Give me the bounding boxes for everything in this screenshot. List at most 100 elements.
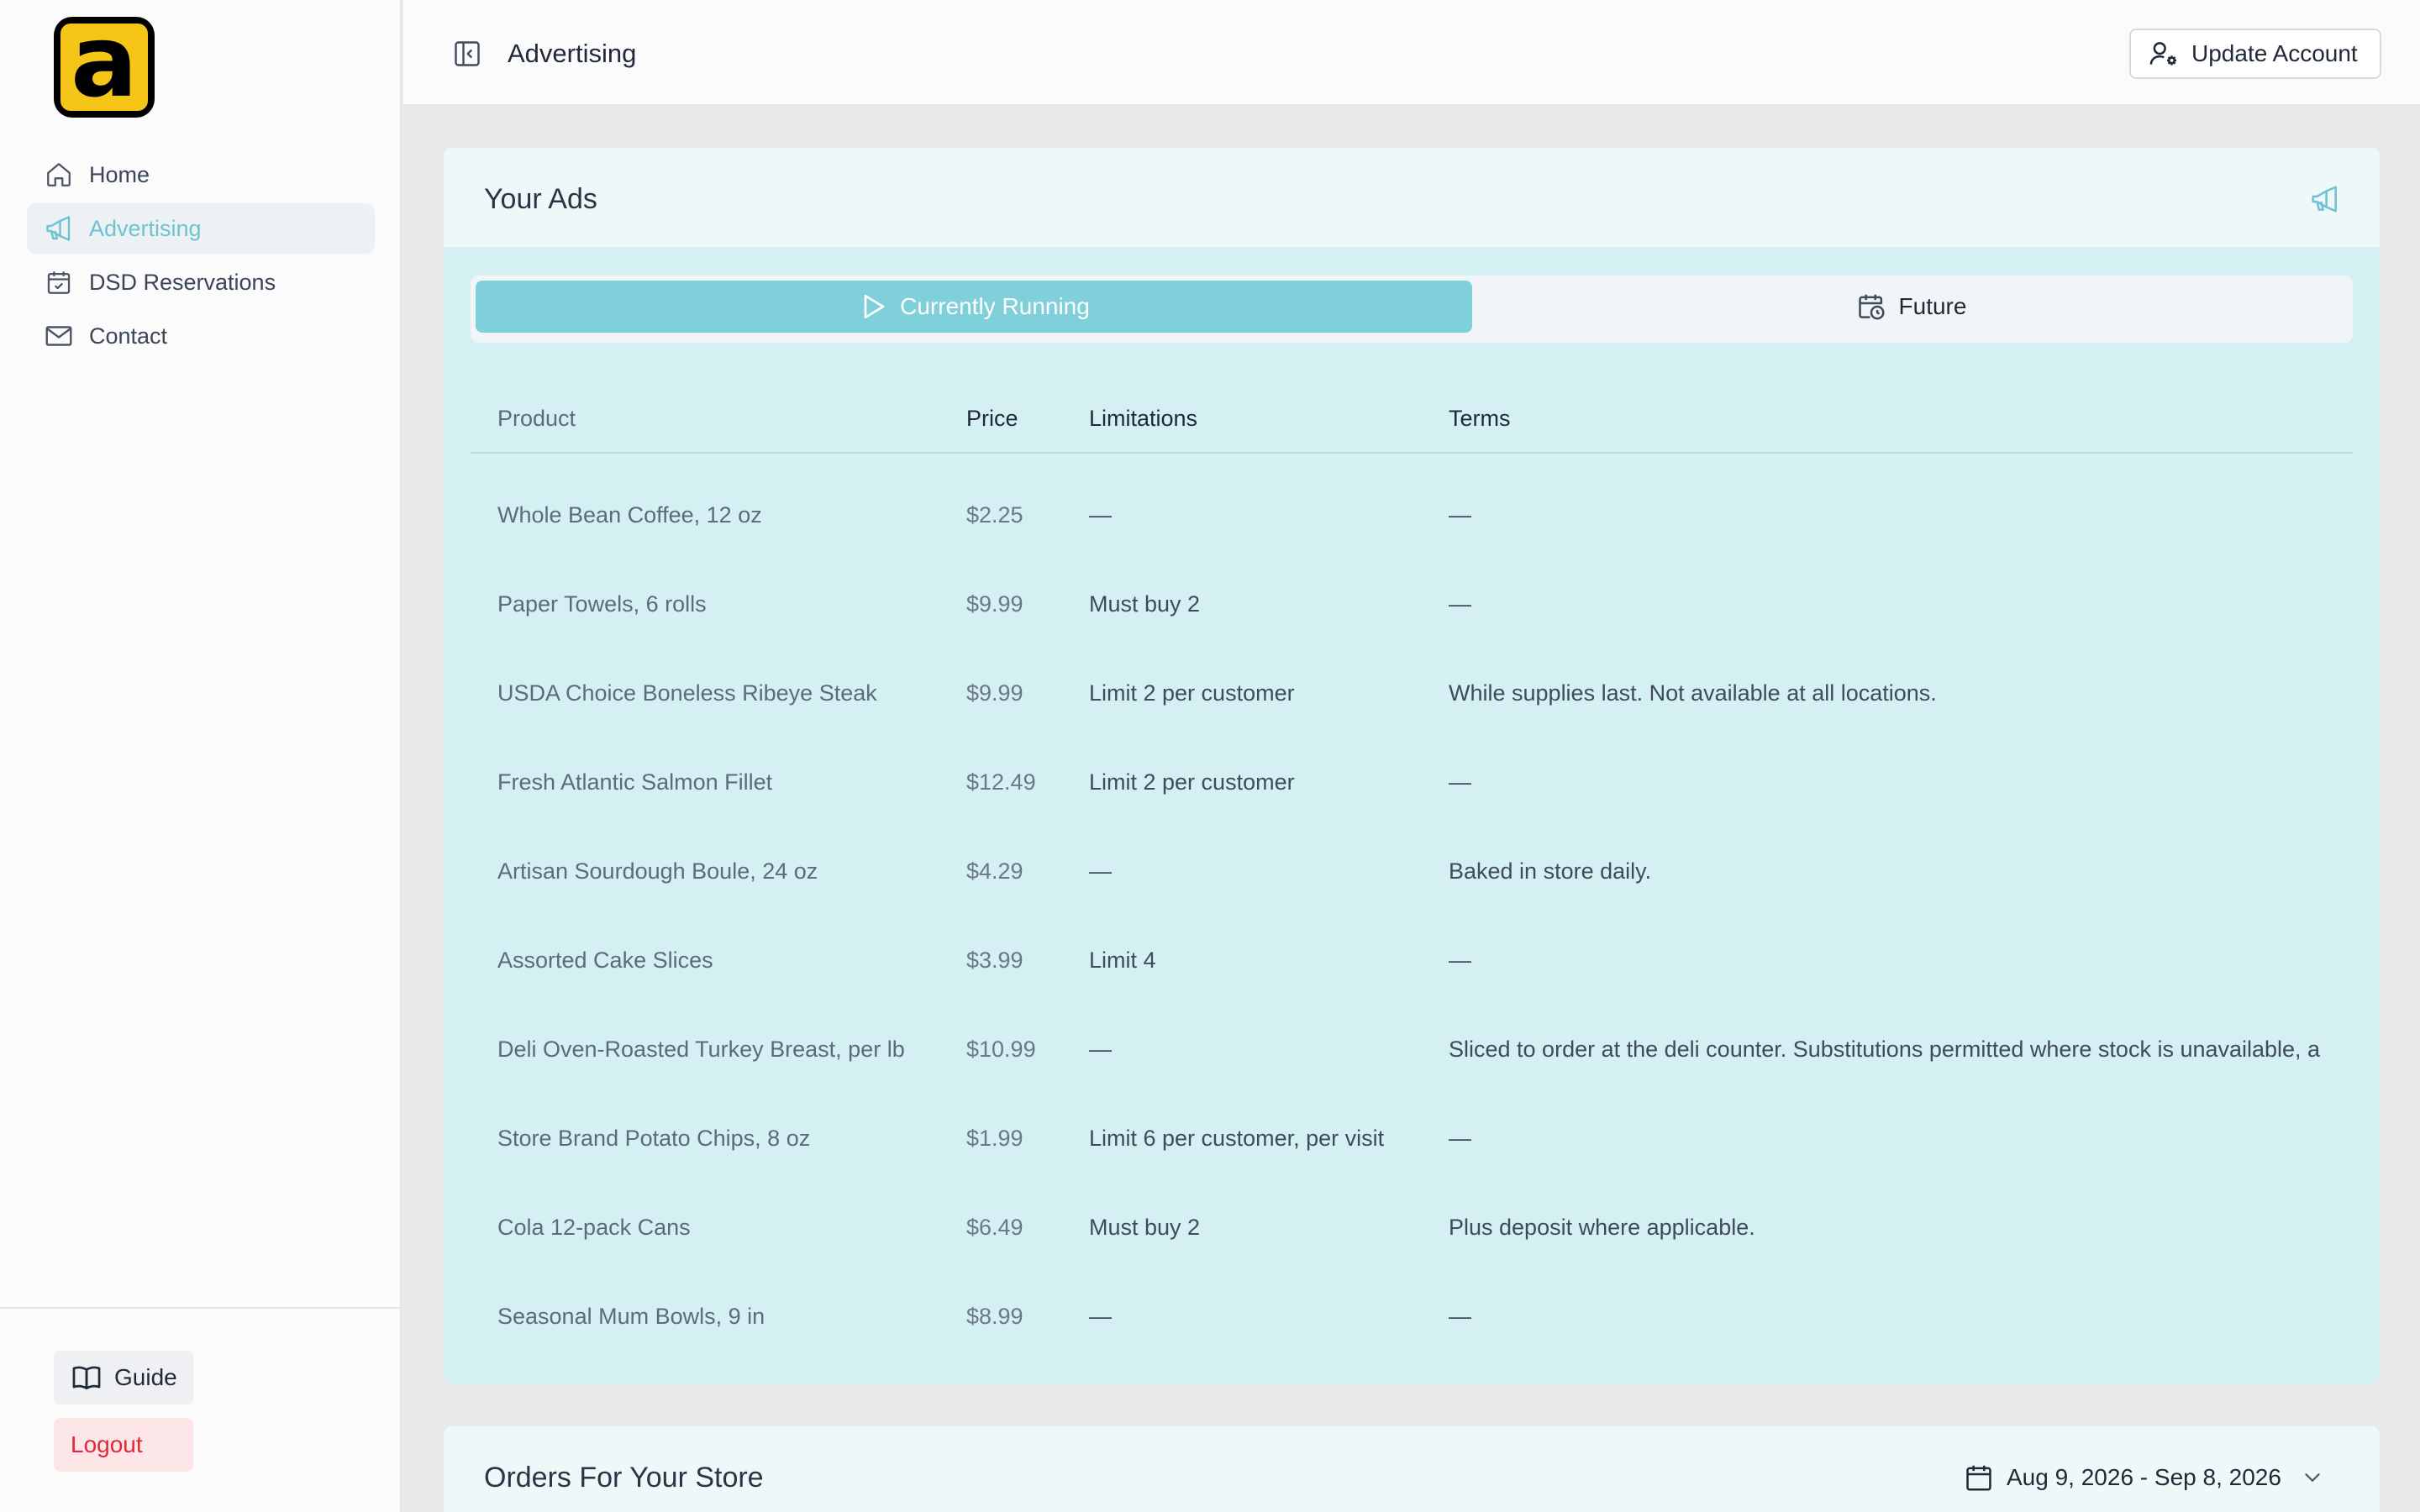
cell-limitations: Must buy 2 bbox=[1089, 1215, 1201, 1240]
date-range-picker[interactable]: Aug 9, 2026 - Sep 8, 2026 bbox=[1963, 1462, 2325, 1494]
calendar-icon bbox=[1963, 1462, 1995, 1494]
cell-terms: — bbox=[1449, 1304, 1471, 1329]
cell-terms: Plus deposit where applicable. bbox=[1449, 1215, 1755, 1240]
cell-price: $9.99 bbox=[966, 680, 1023, 706]
cell-terms: — bbox=[1449, 502, 1471, 528]
calendar-clock-icon bbox=[1855, 291, 1887, 323]
cell-product: Artisan Sourdough Boule, 24 oz bbox=[497, 858, 818, 884]
cell-limitations: Limit 2 per customer bbox=[1089, 769, 1295, 795]
table-row[interactable]: USDA Choice Boneless Ribeye Steak $9.99 … bbox=[471, 650, 2353, 739]
tab-future[interactable]: Future bbox=[1472, 281, 2349, 333]
cell-limitations: Limit 2 per customer bbox=[1089, 680, 1295, 706]
user-gear-icon bbox=[2148, 38, 2180, 70]
cell-product: Whole Bean Coffee, 12 oz bbox=[497, 502, 762, 528]
cell-limitations: Limit 4 bbox=[1089, 948, 1156, 973]
play-icon bbox=[858, 291, 888, 322]
your-ads-title: Your Ads bbox=[484, 183, 597, 215]
cell-product: Fresh Atlantic Salmon Fillet bbox=[497, 769, 773, 795]
cell-product: Deli Oven-Roasted Turkey Breast, per lb bbox=[497, 1037, 905, 1062]
cell-price: $12.49 bbox=[966, 769, 1036, 795]
chevron-down-icon bbox=[2300, 1465, 2325, 1490]
cell-price: $9.99 bbox=[966, 591, 1023, 617]
cell-product: USDA Choice Boneless Ribeye Steak bbox=[497, 680, 877, 706]
cell-product: Assorted Cake Slices bbox=[497, 948, 713, 973]
column-header-terms[interactable]: Terms bbox=[1449, 383, 1511, 454]
table-row[interactable]: Artisan Sourdough Boule, 24 oz $4.29 — B… bbox=[471, 828, 2353, 917]
cell-limitations: — bbox=[1089, 1037, 1112, 1062]
update-account-label: Update Account bbox=[2191, 40, 2358, 66]
logout-button[interactable]: Logout bbox=[54, 1418, 193, 1472]
table-row[interactable]: Whole Bean Coffee, 12 oz $2.25 — — bbox=[471, 472, 2353, 561]
cell-limitations: Must buy 2 bbox=[1089, 591, 1201, 617]
cell-terms: While supplies last. Not available at al… bbox=[1449, 680, 1937, 706]
cell-terms: — bbox=[1449, 769, 1471, 795]
home-icon bbox=[44, 160, 74, 190]
sidebar-item-label: Advertising bbox=[89, 215, 202, 241]
sidebar-item-home[interactable]: Home bbox=[27, 150, 375, 200]
cell-product: Paper Towels, 6 rolls bbox=[497, 591, 707, 617]
column-header-limitations[interactable]: Limitations bbox=[1089, 383, 1197, 454]
column-header-price[interactable]: Price bbox=[966, 383, 1018, 454]
sidebar-nav: Home Advertising DSD Reservations Contac… bbox=[27, 150, 375, 365]
cell-product: Cola 12-pack Cans bbox=[497, 1215, 691, 1240]
sidebar-item-dsd-reservations[interactable]: DSD Reservations bbox=[27, 257, 375, 307]
sidebar: a Home Advertising DSD Reservations Cont… bbox=[0, 0, 402, 1512]
sidebar-item-label: Home bbox=[89, 161, 150, 187]
cell-terms: — bbox=[1449, 591, 1471, 617]
logo-letter: a bbox=[60, 17, 148, 111]
cell-terms: — bbox=[1449, 1126, 1471, 1151]
sidebar-item-contact[interactable]: Contact bbox=[27, 311, 375, 361]
megaphone-icon bbox=[2309, 183, 2341, 215]
sidebar-item-label: Contact bbox=[89, 323, 168, 349]
orders-title: Orders For Your Store bbox=[484, 1462, 764, 1494]
ads-table-body: Whole Bean Coffee, 12 oz $2.25 — — Paper… bbox=[471, 472, 2353, 1362]
guide-label: Guide bbox=[114, 1364, 177, 1390]
mail-icon bbox=[44, 321, 74, 351]
cell-price: $6.49 bbox=[966, 1215, 1023, 1240]
tab-currently-running[interactable]: Currently Running bbox=[476, 281, 1472, 333]
table-row[interactable]: Fresh Atlantic Salmon Fillet $12.49 Limi… bbox=[471, 739, 2353, 828]
cell-terms: Baked in store daily. bbox=[1449, 858, 1652, 884]
cell-product: Store Brand Potato Chips, 8 oz bbox=[497, 1126, 811, 1151]
date-range-value: Aug 9, 2026 - Sep 8, 2026 bbox=[2007, 1464, 2281, 1490]
table-row[interactable]: Store Brand Potato Chips, 8 oz $1.99 Lim… bbox=[471, 1095, 2353, 1184]
sidebar-item-advertising[interactable]: Advertising bbox=[27, 203, 375, 254]
tab-label: Currently Running bbox=[900, 293, 1090, 319]
cell-price: $2.25 bbox=[966, 502, 1023, 528]
cell-price: $4.29 bbox=[966, 858, 1023, 884]
tab-label: Future bbox=[1898, 293, 1967, 319]
calendar-check-icon bbox=[44, 267, 74, 297]
table-row[interactable]: Deli Oven-Roasted Turkey Breast, per lb … bbox=[471, 1006, 2353, 1095]
logout-label: Logout bbox=[71, 1431, 143, 1457]
table-row[interactable]: Cola 12-pack Cans $6.49 Must buy 2 Plus … bbox=[471, 1184, 2353, 1273]
cell-limitations: — bbox=[1089, 502, 1112, 528]
column-header-product[interactable]: Product bbox=[497, 383, 576, 454]
cell-limitations: — bbox=[1089, 858, 1112, 884]
cell-price: $1.99 bbox=[966, 1126, 1023, 1151]
ads-tab-bar: Currently Running Future bbox=[471, 276, 2353, 343]
cell-price: $10.99 bbox=[966, 1037, 1036, 1062]
sidebar-toggle-icon[interactable] bbox=[452, 39, 482, 69]
book-open-icon bbox=[71, 1362, 103, 1394]
table-row[interactable]: Paper Towels, 6 rolls $9.99 Must buy 2 — bbox=[471, 561, 2353, 650]
orders-card: Orders For Your Store Aug 9, 2026 - Sep … bbox=[444, 1426, 2380, 1512]
sidebar-item-label: DSD Reservations bbox=[89, 269, 276, 295]
table-row[interactable]: Seasonal Mum Bowls, 9 in $8.99 — — bbox=[471, 1273, 2353, 1362]
cell-price: $8.99 bbox=[966, 1304, 1023, 1329]
ads-table-header: Product Price Limitations Terms bbox=[471, 383, 2353, 454]
table-row[interactable]: Assorted Cake Slices $3.99 Limit 4 — bbox=[471, 917, 2353, 1006]
megaphone-icon bbox=[44, 213, 74, 244]
cell-product: Seasonal Mum Bowls, 9 in bbox=[497, 1304, 765, 1329]
cell-limitations: Limit 6 per customer, per visit bbox=[1089, 1126, 1385, 1151]
cell-limitations: — bbox=[1089, 1304, 1112, 1329]
guide-button[interactable]: Guide bbox=[54, 1351, 193, 1404]
update-account-button[interactable]: Update Account bbox=[2129, 29, 2381, 79]
brand-logo[interactable]: a bbox=[54, 17, 155, 118]
cell-terms: — bbox=[1449, 948, 1471, 973]
top-header: Advertising Update Account bbox=[403, 0, 2420, 106]
cell-terms: Sliced to order at the deli counter. Sub… bbox=[1449, 1037, 2321, 1062]
your-ads-card-header: Your Ads bbox=[444, 148, 2380, 247]
cell-price: $3.99 bbox=[966, 948, 1023, 973]
sidebar-divider bbox=[0, 1307, 402, 1309]
your-ads-card: Your Ads Currently Running Future Produc… bbox=[444, 148, 2380, 1384]
